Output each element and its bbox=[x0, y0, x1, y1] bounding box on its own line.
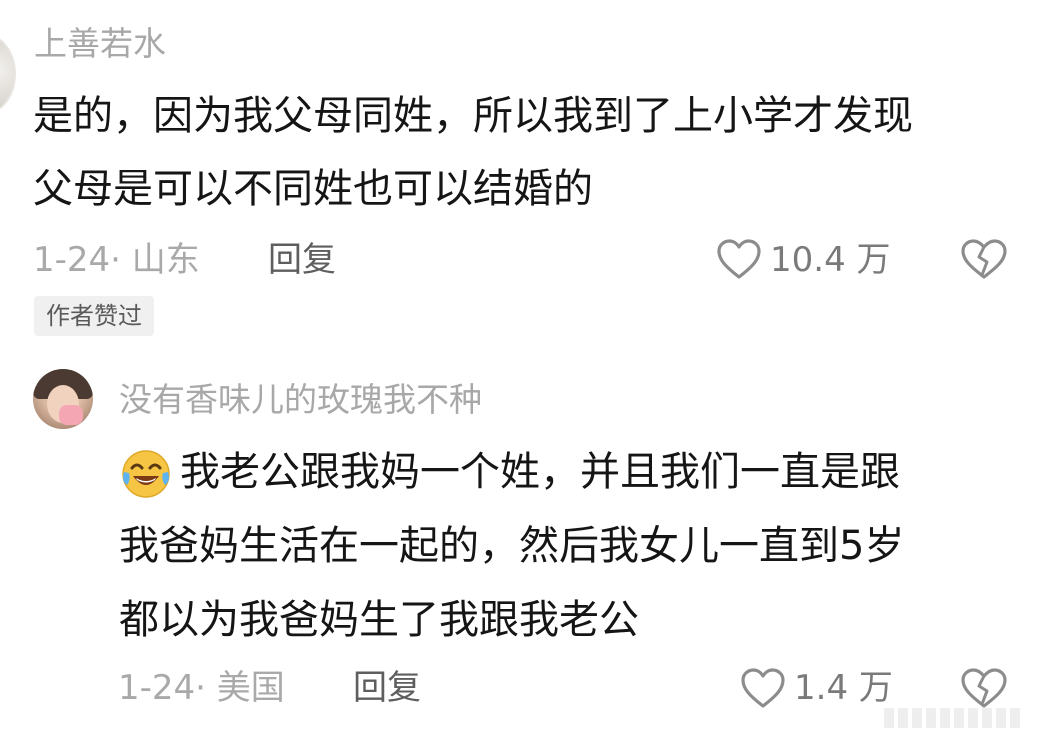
comment-text-line: 是的，因为我父母同姓，所以我到了上小学才发现 bbox=[33, 93, 913, 139]
reply-button[interactable]: 回复 bbox=[268, 240, 336, 280]
watermark bbox=[884, 704, 1034, 730]
like-count: 10.4 万 bbox=[770, 240, 891, 280]
comment-text-line: 我爸妈生活在一起的，然后我女儿一直到5岁 bbox=[119, 523, 905, 569]
broken-heart-icon[interactable] bbox=[960, 667, 1008, 709]
author-liked-badge: 作者赞过 bbox=[34, 296, 154, 336]
comment-date-location: 1-24· 山东 bbox=[33, 240, 200, 280]
comment-text-line: 我老公跟我妈一个姓，并且我们一直是跟 bbox=[180, 449, 900, 495]
broken-heart-icon[interactable] bbox=[960, 238, 1008, 280]
reply-button[interactable]: 回复 bbox=[353, 668, 421, 708]
avatar[interactable] bbox=[0, 34, 16, 114]
comment-text-line: 都以为我爸妈生了我跟我老公 bbox=[119, 597, 639, 643]
heart-outline-icon[interactable] bbox=[716, 238, 762, 280]
avatar[interactable] bbox=[33, 369, 93, 429]
comment-username[interactable]: 上善若水 bbox=[34, 24, 166, 64]
comment-text-line: 父母是可以不同姓也可以结婚的 bbox=[33, 166, 593, 212]
comment-date-location: 1-24· 美国 bbox=[118, 668, 285, 708]
heart-outline-icon[interactable] bbox=[740, 667, 786, 709]
laughing-tears-emoji-icon bbox=[120, 448, 172, 500]
like-count: 1.4 万 bbox=[794, 668, 893, 708]
comment-username[interactable]: 没有香味儿的玫瑰我不种 bbox=[119, 380, 482, 420]
